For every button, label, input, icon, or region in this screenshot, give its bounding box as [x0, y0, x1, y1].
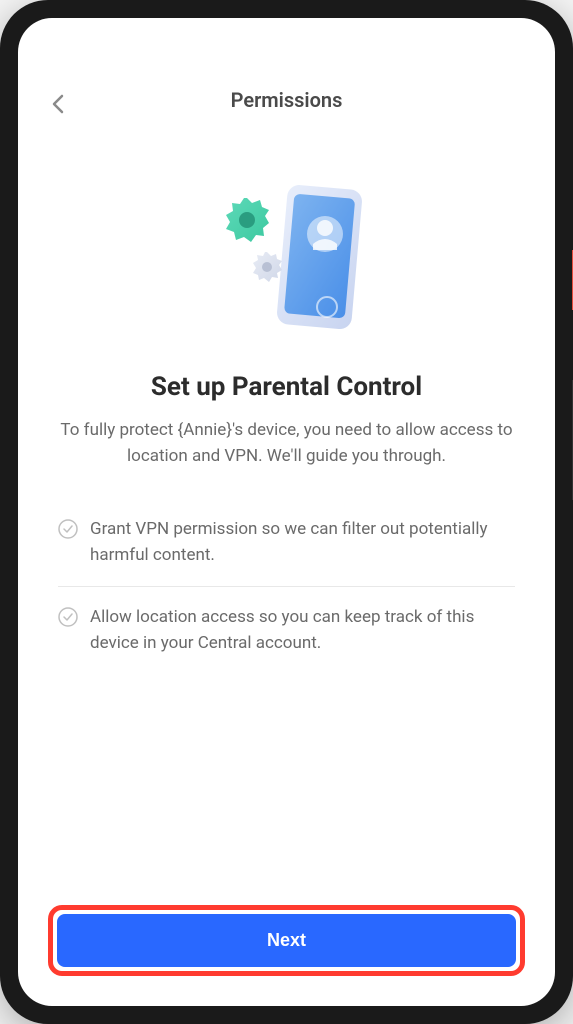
permission-item-location: Allow location access so you can keep tr…: [58, 587, 515, 674]
permission-text: Allow location access so you can keep tr…: [90, 605, 515, 656]
footer: Next: [18, 885, 555, 1006]
next-button[interactable]: Next: [57, 914, 516, 967]
permission-list: Grant VPN permission so we can filter ou…: [48, 499, 525, 674]
description-text: To fully protect {Annie}'s device, you n…: [48, 418, 525, 469]
chevron-left-icon: [52, 94, 64, 114]
highlight-annotation: Next: [48, 905, 525, 976]
back-button[interactable]: [42, 88, 74, 120]
check-circle-icon: [58, 519, 78, 539]
screen: Permissions: [18, 18, 555, 1006]
content-area: Set up Parental Control To fully protect…: [18, 132, 555, 885]
permission-item-vpn: Grant VPN permission so we can filter ou…: [58, 499, 515, 587]
phone-frame: Permissions: [0, 0, 573, 1024]
illustration: [197, 172, 377, 342]
permission-text: Grant VPN permission so we can filter ou…: [90, 517, 515, 568]
check-circle-icon: [58, 607, 78, 627]
page-title: Permissions: [231, 88, 343, 112]
main-title: Set up Parental Control: [151, 372, 422, 402]
header: Permissions: [18, 78, 555, 132]
